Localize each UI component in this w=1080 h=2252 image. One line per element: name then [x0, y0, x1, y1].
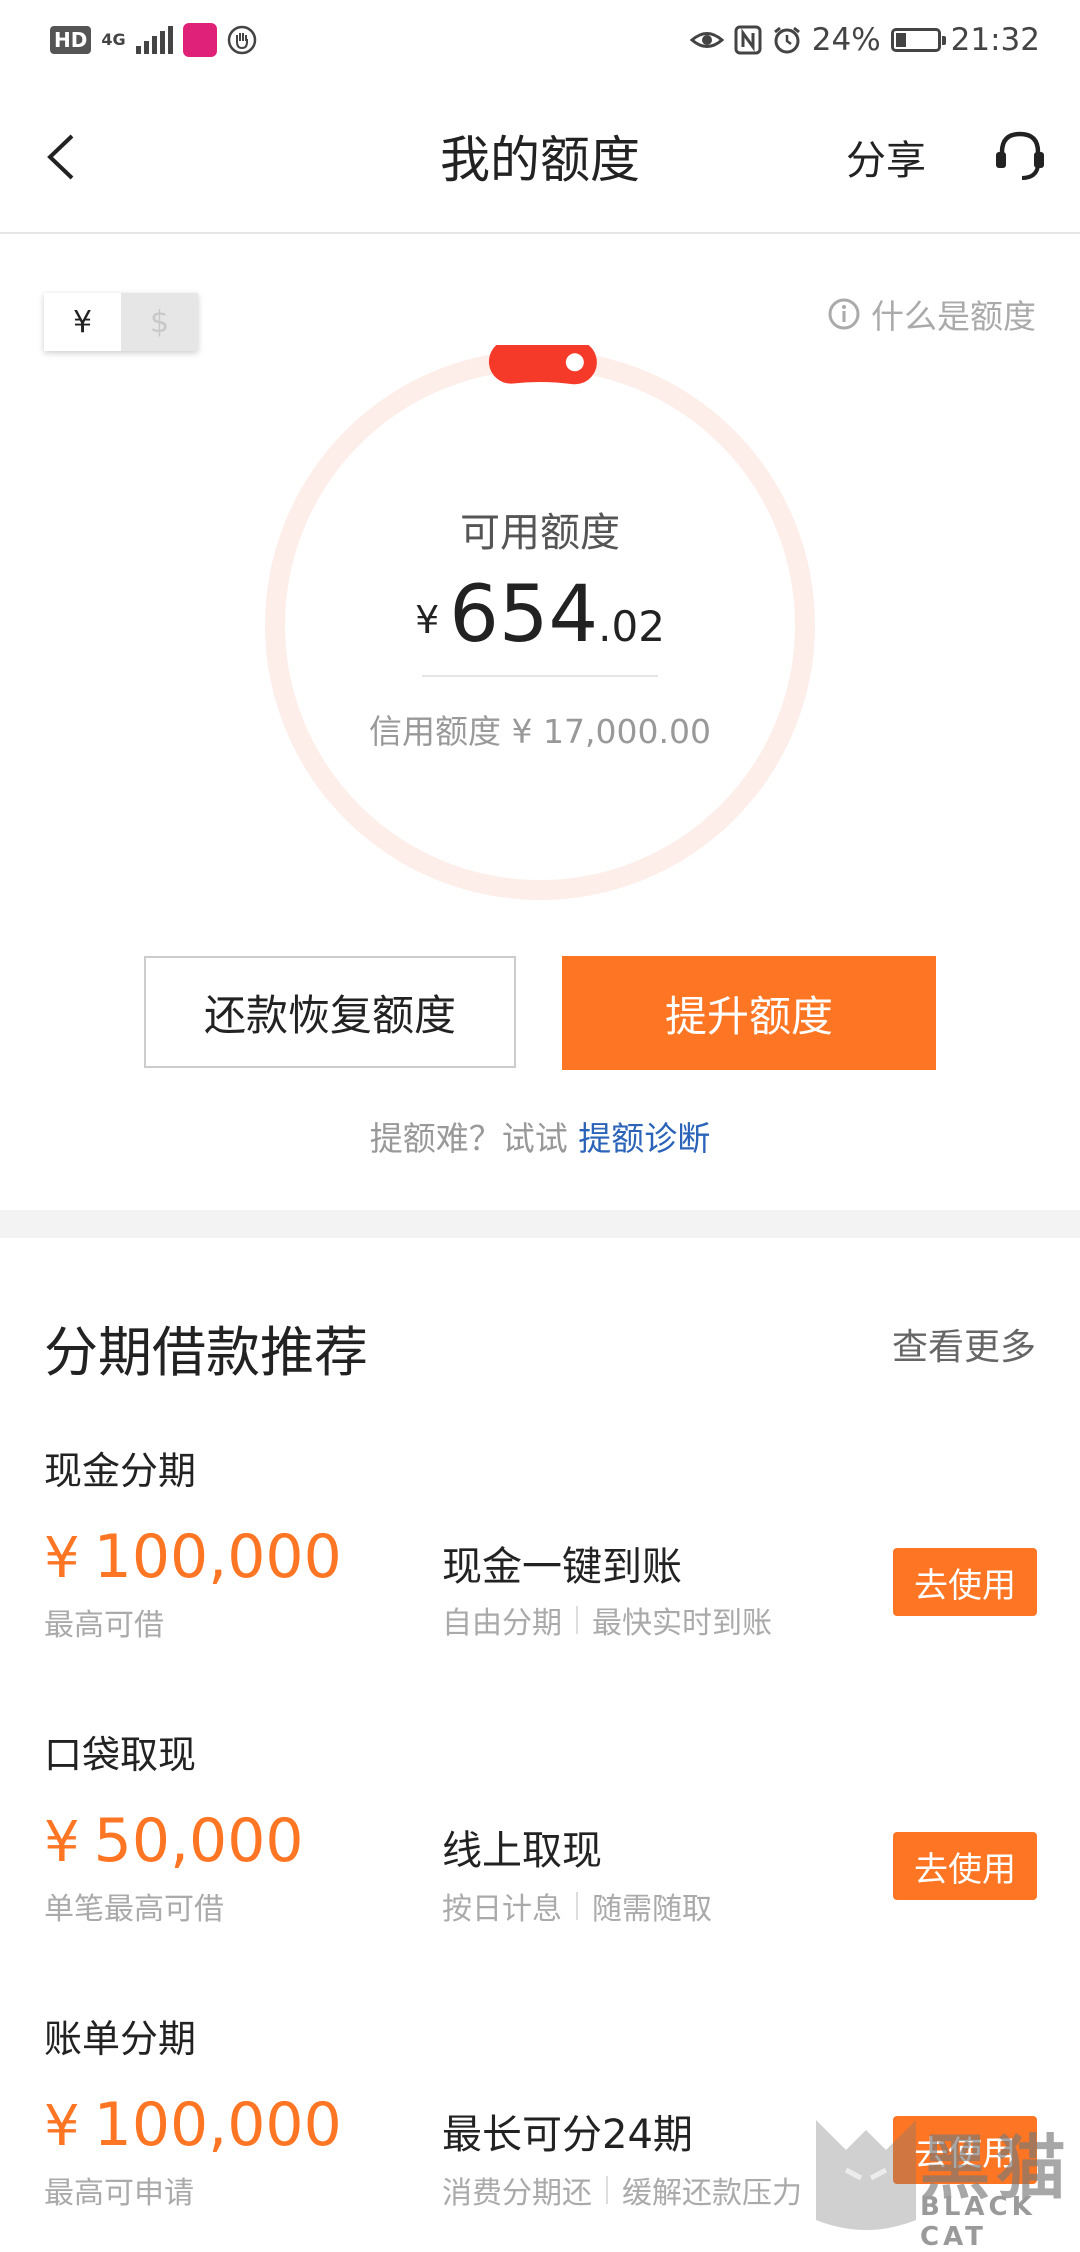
product-amount-caption: 最高可申请 [44, 2176, 194, 2211]
product-amount-value: 100,000 [93, 2090, 342, 2160]
tag-separator [576, 1892, 578, 1920]
use-button[interactable]: 去使用 [893, 1832, 1037, 1900]
section-title: 分期借款推荐 [44, 1321, 368, 1384]
info-icon [828, 298, 860, 330]
product-amount-caption: 单笔最高可借 [44, 1892, 224, 1927]
battery-percent: 24% [811, 22, 881, 58]
hd-indicator: HD [50, 26, 92, 54]
product-tags: 按日计息 随需随取 [442, 1884, 712, 1928]
hint-text: 提额难？试试 [369, 1119, 579, 1158]
network-type: 4G [101, 30, 126, 49]
product-amount: ¥50,000 [44, 1806, 304, 1876]
product-currency: ¥ [44, 1526, 80, 1591]
repay-restore-button[interactable]: 还款恢复额度 [144, 956, 516, 1068]
product-tag: 自由分期 [442, 1606, 562, 1641]
watermark-en-text: BLACK CAT [920, 2192, 1036, 2252]
ring-progress [488, 345, 597, 385]
share-button[interactable]: 分享 [846, 128, 926, 186]
status-right: 24% 21:32 [689, 18, 1040, 62]
what-is-quota-label: 什么是额度 [871, 297, 1036, 336]
quota-hint: 提额难？试试 提额诊断 [0, 1112, 1080, 1160]
product-currency: ¥ [44, 1810, 80, 1875]
product-name: 现金分期 [44, 1449, 197, 1493]
amount-currency: ¥ [415, 598, 440, 642]
product-tags: 消费分期还 缓解还款压力 [442, 2168, 802, 2212]
product-tag: 最快实时到账 [592, 1606, 772, 1641]
eye-comfort-icon [689, 32, 724, 48]
battery-level [895, 33, 906, 47]
currency-usd-option[interactable]: $ [121, 293, 198, 351]
product-headline: 最长可分24期 [442, 2112, 693, 2158]
product-tags: 自由分期 最快实时到账 [442, 1598, 772, 1642]
tag-separator [606, 2176, 608, 2204]
product-name: 口袋取现 [44, 1733, 197, 1777]
product-tag: 缓解还款压力 [622, 2176, 802, 2211]
tag-separator [576, 1606, 578, 1634]
available-amount: ¥654.02 [0, 570, 1080, 660]
hand-icon [227, 25, 256, 55]
nav-header: 我的额度 分享 [0, 80, 1080, 234]
status-left: HD 4G [50, 20, 257, 60]
status-bar: HD 4G 24% 21:32 [0, 0, 1080, 80]
available-quota-label: 可用额度 [460, 510, 620, 556]
app-notification-icon [182, 23, 217, 57]
amount-decimal: .02 [598, 602, 665, 651]
product-headline: 现金一键到账 [442, 1544, 682, 1590]
customer-service-icon[interactable] [990, 122, 1050, 192]
currency-yen-option[interactable]: ¥ [44, 293, 121, 351]
product-amount: ¥100,000 [44, 1522, 342, 1592]
alarm-icon [773, 26, 800, 54]
currency-toggle: ¥ $ [44, 293, 198, 351]
product-amount-caption: 最高可借 [44, 1608, 164, 1643]
product-tag: 随需随取 [592, 1892, 712, 1927]
use-button[interactable]: 去使用 [893, 1548, 1037, 1616]
amount-integer: 654 [449, 570, 599, 660]
battery-icon [890, 28, 946, 52]
product-tag: 消费分期还 [442, 2176, 592, 2211]
product-tag: 按日计息 [442, 1892, 562, 1927]
product-currency: ¥ [44, 2094, 80, 2159]
product-amount: ¥100,000 [44, 2090, 342, 2160]
section-divider [0, 1210, 1080, 1238]
what-is-quota-link[interactable]: 什么是额度 [827, 290, 1036, 338]
ring-knob [565, 353, 584, 372]
product-amount-value: 50,000 [93, 1806, 304, 1876]
nfc-icon [734, 25, 762, 55]
raise-quota-button[interactable]: 提升额度 [562, 956, 936, 1070]
product-headline: 线上取现 [442, 1828, 602, 1874]
quota-diagnosis-link[interactable]: 提额诊断 [578, 1119, 710, 1158]
amount-underline [422, 675, 658, 677]
view-more-link[interactable]: 查看更多 [892, 1318, 1036, 1370]
credit-line-text: 信用额度 ¥ 17,000.00 [369, 712, 711, 751]
signal-icon [135, 26, 173, 54]
product-name: 账单分期 [44, 2017, 197, 2061]
product-amount-value: 100,000 [93, 1522, 342, 1592]
clock: 21:32 [950, 22, 1040, 58]
